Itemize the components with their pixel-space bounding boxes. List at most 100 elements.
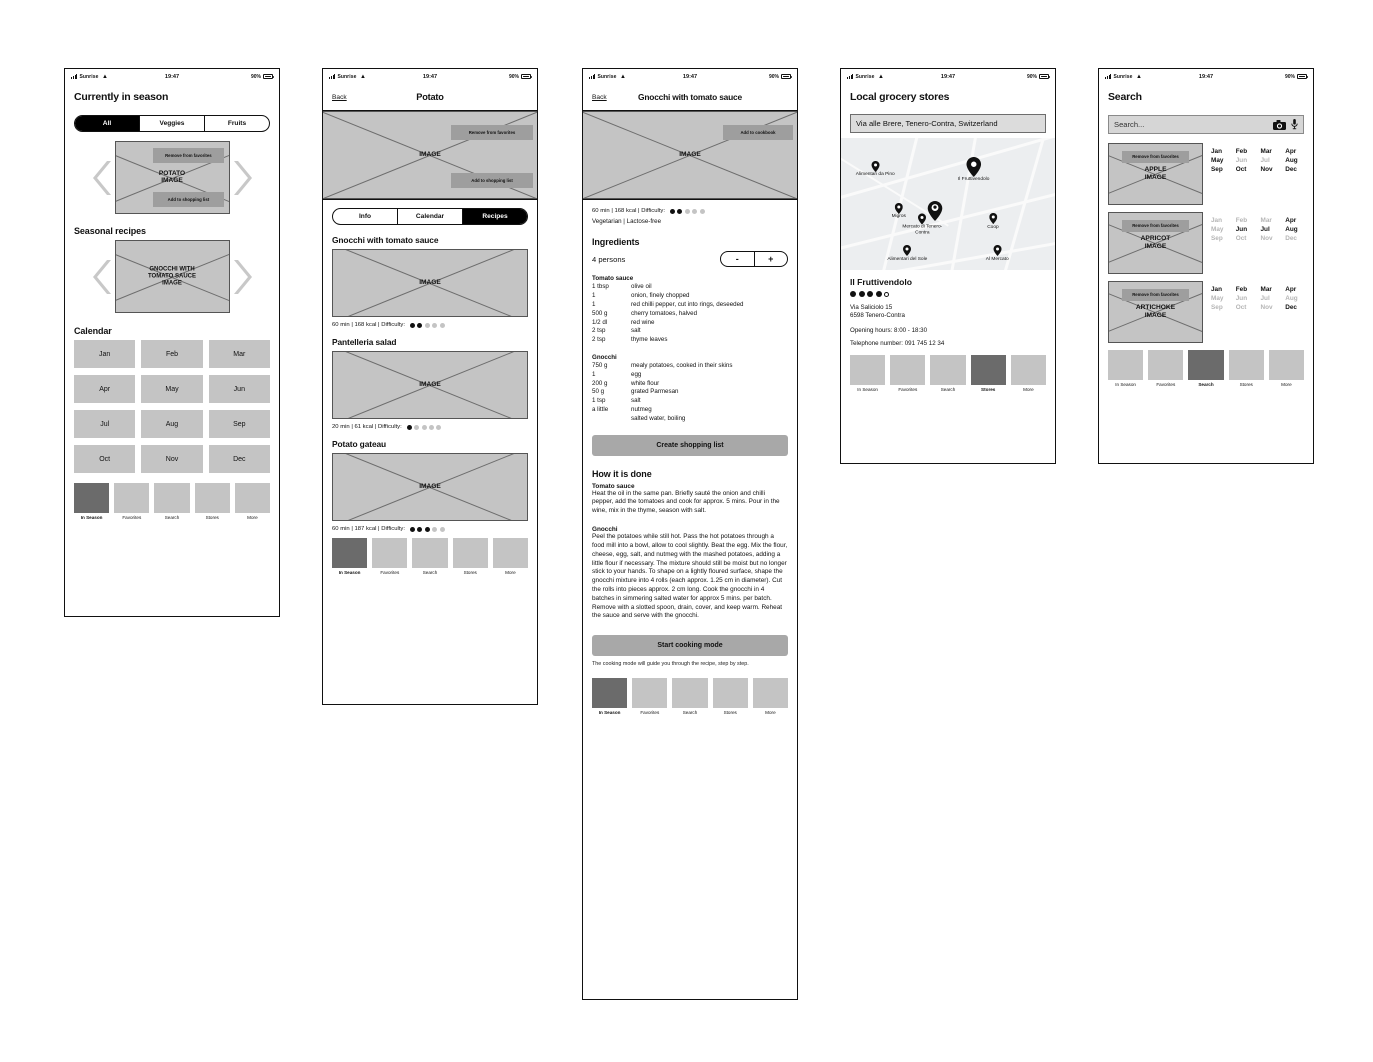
calendar-month-may[interactable]: May: [141, 375, 203, 403]
tab-in-season[interactable]: In Season: [850, 354, 886, 392]
servings-stepper[interactable]: - +: [720, 251, 788, 268]
back-button[interactable]: Back: [592, 94, 607, 101]
search-input[interactable]: Search...: [1114, 120, 1268, 129]
add-to-shopping-list-button[interactable]: Add to shopping list: [152, 191, 224, 207]
tab-more[interactable]: More: [234, 483, 271, 520]
remove-from-favorites-button[interactable]: Remove from favorites: [152, 148, 224, 164]
result-image-placeholder[interactable]: APRICOT IMAGE Remove from favorites: [1108, 212, 1203, 274]
result-image-placeholder[interactable]: ARTICHOKE IMAGE Remove from favorites: [1108, 281, 1203, 343]
list-item[interactable]: Gnocchi with tomato sauce IMAGE 60 min |…: [332, 235, 528, 328]
map-pin[interactable]: Alimentari del Sole: [887, 245, 927, 262]
segment-info[interactable]: Info: [333, 209, 398, 225]
recipe-carousel-prev-arrow[interactable]: [91, 258, 111, 296]
address-input[interactable]: Via alle Brere, Tenero-Contra, Switzerla…: [850, 114, 1046, 133]
map-pin[interactable]: Al Mercato: [986, 245, 1009, 262]
map-view[interactable]: Alimentari da Pino Il Fruttivendolo Migr…: [841, 138, 1055, 270]
calendar-month-apr[interactable]: Apr: [74, 375, 136, 403]
tab-more[interactable]: More: [752, 677, 789, 715]
tab-more[interactable]: More: [492, 538, 529, 575]
tab-in-season[interactable]: In Season: [1108, 350, 1144, 387]
remove-from-favorites-button[interactable]: Remove from favorites: [1122, 288, 1189, 301]
ingredient-name: white flour: [631, 379, 660, 387]
map-pin[interactable]: Alimentari da Pino: [855, 160, 895, 178]
segment-calendar[interactable]: Calendar: [398, 209, 463, 225]
tab-in-season[interactable]: In Season: [592, 677, 628, 715]
segment-veggies[interactable]: Veggies: [140, 116, 205, 131]
add-to-cookbook-button[interactable]: Add to cookbook: [723, 125, 793, 141]
recipe-image-placeholder[interactable]: IMAGE: [332, 249, 528, 318]
segment-all[interactable]: All: [75, 116, 140, 131]
result-image-placeholder[interactable]: APPLE IMAGE Remove from favorites: [1108, 143, 1203, 205]
tab-in-season[interactable]: In Season: [74, 483, 110, 520]
add-to-shopping-list-button[interactable]: Add to shopping list: [451, 173, 533, 189]
produce-image-placeholder[interactable]: POTATO IMAGE Remove from favorites Add to…: [114, 141, 230, 214]
tab-stores[interactable]: Stores: [1228, 350, 1264, 387]
carousel-next-arrow[interactable]: [233, 159, 254, 197]
tab-favorites[interactable]: Favorites: [1148, 350, 1184, 387]
start-cooking-mode-button[interactable]: Start cooking mode: [592, 635, 788, 657]
segment-fruits[interactable]: Fruits: [205, 116, 269, 131]
calendar-month-jun[interactable]: Jun: [208, 375, 270, 403]
search-bar[interactable]: Search...: [1108, 115, 1304, 134]
recipe-image-placeholder[interactable]: IMAGE: [332, 351, 528, 420]
map-pin[interactable]: Coop: [987, 213, 999, 230]
tab-search[interactable]: Search: [672, 677, 708, 715]
tab-stores[interactable]: Stores: [712, 677, 748, 715]
recipe-image-placeholder[interactable]: GNOCCHI WITH TOMATO SAUCE IMAGE: [114, 240, 230, 313]
servings-increment-button[interactable]: +: [755, 252, 788, 266]
calendar-month-feb[interactable]: Feb: [141, 340, 203, 368]
calendar-month-dec[interactable]: Dec: [208, 445, 270, 473]
tab-search[interactable]: Search: [154, 483, 190, 520]
microphone-icon[interactable]: [1291, 119, 1298, 130]
tab-in-season-icon: [332, 538, 368, 569]
tab-stores[interactable]: Stores: [970, 354, 1006, 392]
list-item[interactable]: Potato gateau IMAGE 60 min | 187 kcal | …: [332, 439, 528, 532]
tab-favorites[interactable]: Favorites: [890, 354, 926, 392]
tab-search[interactable]: Search: [1188, 350, 1224, 387]
tab-favorites[interactable]: Favorites: [114, 483, 150, 520]
list-item[interactable]: APRICOT IMAGE Remove from favorites Jan F…: [1099, 212, 1313, 274]
detail-segmented-control[interactable]: Info Calendar Recipes: [332, 208, 528, 226]
remove-from-favorites-button[interactable]: Remove from favorites: [451, 125, 533, 141]
tab-stores[interactable]: Stores: [194, 483, 230, 520]
list-item[interactable]: ARTICHOKE IMAGE Remove from favorites Jan…: [1099, 281, 1313, 343]
remove-from-favorites-button[interactable]: Remove from favorites: [1122, 219, 1189, 232]
tab-more[interactable]: More: [1010, 354, 1047, 392]
calendar-month-jul[interactable]: Jul: [74, 410, 136, 438]
tab-stores[interactable]: Stores: [452, 538, 488, 575]
carousel-prev-arrow[interactable]: [91, 159, 111, 197]
filter-segmented-control[interactable]: All Veggies Fruits: [74, 115, 270, 132]
tab-favorites-icon: [372, 538, 408, 569]
ingredient-name: cherry tomatoes, halved: [631, 309, 698, 317]
servings-decrement-button[interactable]: -: [721, 252, 755, 267]
back-button[interactable]: Back: [332, 94, 347, 101]
map-pin-selected[interactable]: Il Fruttivendolo: [958, 156, 989, 183]
status-bar: Sunrise ▲ 19:47 90%: [323, 69, 537, 84]
map-pin-label: Alimentari da Pino: [855, 172, 895, 178]
tab-more[interactable]: More: [1268, 350, 1305, 387]
hero-image-placeholder[interactable]: IMAGE Remove from favorites Add to shopp…: [323, 111, 537, 200]
calendar-month-sep[interactable]: Sep: [208, 410, 270, 438]
hero-image-placeholder[interactable]: IMAGE Add to cookbook: [583, 111, 797, 200]
calendar-month-nov[interactable]: Nov: [141, 445, 203, 473]
tab-in-season[interactable]: In Season: [332, 538, 368, 575]
calendar-month-jan[interactable]: Jan: [74, 340, 136, 368]
remove-from-favorites-button[interactable]: Remove from favorites: [1122, 150, 1189, 163]
tab-search[interactable]: Search: [930, 354, 966, 392]
create-shopping-list-button[interactable]: Create shopping list: [592, 434, 788, 456]
tab-favorites[interactable]: Favorites: [372, 538, 408, 575]
ingredient-name: salted water, boiling: [631, 414, 686, 422]
nav-header: Currently in season: [65, 84, 279, 110]
camera-icon[interactable]: [1273, 119, 1286, 130]
list-item[interactable]: Pantelleria salad IMAGE 20 min | 61 kcal…: [332, 337, 528, 430]
recipe-image-placeholder[interactable]: IMAGE: [332, 453, 528, 522]
calendar-month-aug[interactable]: Aug: [141, 410, 203, 438]
tab-favorites[interactable]: Favorites: [632, 677, 668, 715]
segment-recipes[interactable]: Recipes: [463, 209, 527, 225]
map-pin[interactable]: Mercato di Tenero-Contra: [899, 213, 945, 236]
calendar-month-oct[interactable]: Oct: [74, 445, 136, 473]
recipe-carousel-next-arrow[interactable]: [233, 258, 254, 296]
tab-search[interactable]: Search: [412, 538, 448, 575]
calendar-month-mar[interactable]: Mar: [208, 340, 270, 368]
list-item[interactable]: APPLE IMAGE Remove from favorites Jan Feb…: [1099, 143, 1313, 205]
